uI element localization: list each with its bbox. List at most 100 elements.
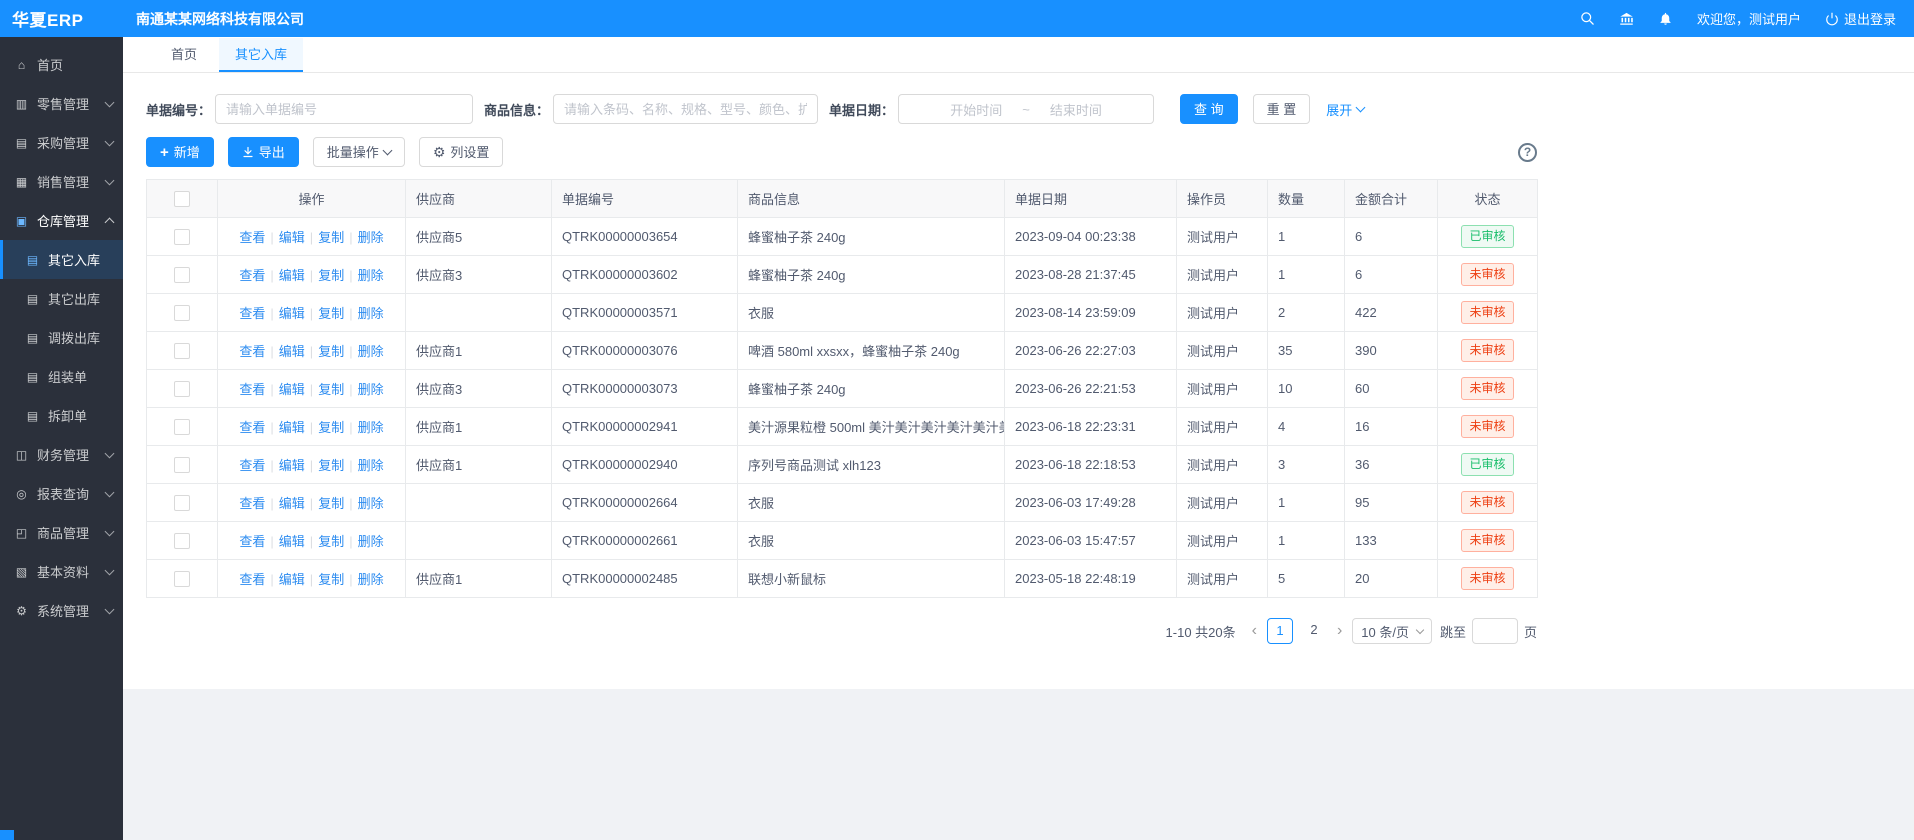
- cell-amount: 6: [1345, 256, 1438, 294]
- op-copy-link[interactable]: 复制: [318, 420, 344, 435]
- sidebar-item-product[interactable]: ◰商品管理: [0, 513, 123, 552]
- page-size-select[interactable]: 10 条/页: [1352, 618, 1432, 644]
- op-delete-link[interactable]: 删除: [358, 458, 384, 473]
- op-edit-link[interactable]: 编辑: [279, 230, 305, 245]
- sidebar-collapse-handle[interactable]: [0, 830, 14, 840]
- sidebar-item-purchase[interactable]: ▤采购管理: [0, 123, 123, 162]
- op-edit-link[interactable]: 编辑: [279, 306, 305, 321]
- op-view-link[interactable]: 查看: [239, 268, 265, 283]
- op-copy-link[interactable]: 复制: [318, 230, 344, 245]
- welcome-text[interactable]: 欢迎您，测试用户: [1697, 9, 1801, 28]
- sidebar-item-home[interactable]: ⌂首页: [0, 45, 123, 84]
- op-edit-link[interactable]: 编辑: [279, 382, 305, 397]
- cell-doc-no: QTRK00000002661: [552, 522, 738, 560]
- row-checkbox[interactable]: [174, 381, 190, 397]
- op-delete-link[interactable]: 删除: [358, 420, 384, 435]
- doc-no-input[interactable]: [215, 94, 473, 124]
- op-copy-link[interactable]: 复制: [318, 382, 344, 397]
- reset-button[interactable]: 重 置: [1253, 94, 1311, 124]
- tab-home[interactable]: 首页: [155, 38, 213, 72]
- op-delete-link[interactable]: 删除: [358, 230, 384, 245]
- date-range-picker[interactable]: 开始时间 ~ 结束时间: [898, 94, 1154, 124]
- row-checkbox[interactable]: [174, 267, 190, 283]
- op-view-link[interactable]: 查看: [239, 534, 265, 549]
- sidebar-item-system[interactable]: ⚙系统管理: [0, 591, 123, 630]
- sidebar-subitem-assembly-order[interactable]: ▤组装单: [0, 357, 123, 396]
- cell-product-info: 蜂蜜柚子茶 240g: [738, 256, 1005, 294]
- op-view-link[interactable]: 查看: [239, 230, 265, 245]
- op-delete-link[interactable]: 删除: [358, 306, 384, 321]
- sidebar-subitem-transfer-outbound[interactable]: ▤调拨出库: [0, 318, 123, 357]
- op-copy-link[interactable]: 复制: [318, 458, 344, 473]
- add-button[interactable]: + 新增: [146, 137, 214, 167]
- tab-other-inbound[interactable]: 其它入库: [219, 38, 303, 72]
- op-divider: |: [310, 496, 313, 511]
- op-view-link[interactable]: 查看: [239, 496, 265, 511]
- sidebar-subitem-other-inbound[interactable]: ▤其它入库: [0, 240, 123, 279]
- op-view-link[interactable]: 查看: [239, 344, 265, 359]
- export-button[interactable]: 导出: [228, 137, 299, 167]
- op-delete-link[interactable]: 删除: [358, 344, 384, 359]
- op-edit-link[interactable]: 编辑: [279, 268, 305, 283]
- inbound-table: 操作 供应商 单据编号 商品信息 单据日期 操作员 数量 金额合计 状态 查看|…: [146, 179, 1538, 598]
- sidebar-item-basic-data[interactable]: ▧基本资料: [0, 552, 123, 591]
- row-checkbox[interactable]: [174, 343, 190, 359]
- batch-operations-button[interactable]: 批量操作: [313, 137, 405, 167]
- select-all-checkbox[interactable]: [174, 191, 190, 207]
- sidebar-item-warehouse[interactable]: ▣仓库管理: [0, 201, 123, 240]
- op-copy-link[interactable]: 复制: [318, 534, 344, 549]
- op-edit-link[interactable]: 编辑: [279, 496, 305, 511]
- platform-icon[interactable]: [1619, 11, 1634, 26]
- op-view-link[interactable]: 查看: [239, 306, 265, 321]
- op-delete-link[interactable]: 删除: [358, 268, 384, 283]
- op-copy-link[interactable]: 复制: [318, 572, 344, 587]
- sidebar-item-report[interactable]: ◎报表查询: [0, 474, 123, 513]
- logout-button[interactable]: 退出登录: [1825, 9, 1896, 28]
- search-icon[interactable]: [1580, 11, 1595, 26]
- op-edit-link[interactable]: 编辑: [279, 572, 305, 587]
- op-delete-link[interactable]: 删除: [358, 382, 384, 397]
- row-checkbox[interactable]: [174, 229, 190, 245]
- bell-icon[interactable]: [1658, 11, 1673, 26]
- next-page-button[interactable]: ›: [1335, 623, 1344, 639]
- op-copy-link[interactable]: 复制: [318, 496, 344, 511]
- op-edit-link[interactable]: 编辑: [279, 534, 305, 549]
- cell-product-info: 衣服: [738, 294, 1005, 332]
- op-edit-link[interactable]: 编辑: [279, 458, 305, 473]
- sidebar-item-finance[interactable]: ◫财务管理: [0, 435, 123, 474]
- row-checkbox[interactable]: [174, 457, 190, 473]
- page-1-button[interactable]: 1: [1267, 618, 1293, 644]
- cell-doc-no: QTRK00000002485: [552, 560, 738, 598]
- op-delete-link[interactable]: 删除: [358, 534, 384, 549]
- op-view-link[interactable]: 查看: [239, 382, 265, 397]
- op-edit-link[interactable]: 编辑: [279, 344, 305, 359]
- prev-page-button[interactable]: ‹: [1250, 623, 1259, 639]
- op-delete-link[interactable]: 删除: [358, 496, 384, 511]
- row-checkbox[interactable]: [174, 571, 190, 587]
- op-delete-link[interactable]: 删除: [358, 572, 384, 587]
- row-checkbox[interactable]: [174, 495, 190, 511]
- jump-page-input[interactable]: [1472, 618, 1518, 644]
- help-icon[interactable]: ?: [1518, 143, 1537, 162]
- cell-doc-no: QTRK00000003076: [552, 332, 738, 370]
- column-settings-button[interactable]: ⚙ 列设置: [419, 137, 504, 167]
- row-checkbox[interactable]: [174, 533, 190, 549]
- op-edit-link[interactable]: 编辑: [279, 420, 305, 435]
- op-view-link[interactable]: 查看: [239, 420, 265, 435]
- sidebar-subitem-other-outbound[interactable]: ▤其它出库: [0, 279, 123, 318]
- row-select-cell: [147, 294, 218, 332]
- op-copy-link[interactable]: 复制: [318, 344, 344, 359]
- row-checkbox[interactable]: [174, 305, 190, 321]
- op-view-link[interactable]: 查看: [239, 572, 265, 587]
- search-button[interactable]: 查 询: [1180, 94, 1238, 124]
- op-view-link[interactable]: 查看: [239, 458, 265, 473]
- op-copy-link[interactable]: 复制: [318, 268, 344, 283]
- row-checkbox[interactable]: [174, 419, 190, 435]
- page-2-button[interactable]: 2: [1301, 618, 1327, 644]
- product-info-input[interactable]: [553, 94, 818, 124]
- op-copy-link[interactable]: 复制: [318, 306, 344, 321]
- sidebar-subitem-disassembly-order[interactable]: ▤拆卸单: [0, 396, 123, 435]
- sidebar-item-retail[interactable]: ▥零售管理: [0, 84, 123, 123]
- sidebar-item-sales[interactable]: ▦销售管理: [0, 162, 123, 201]
- expand-filters-link[interactable]: 展开: [1326, 100, 1364, 119]
